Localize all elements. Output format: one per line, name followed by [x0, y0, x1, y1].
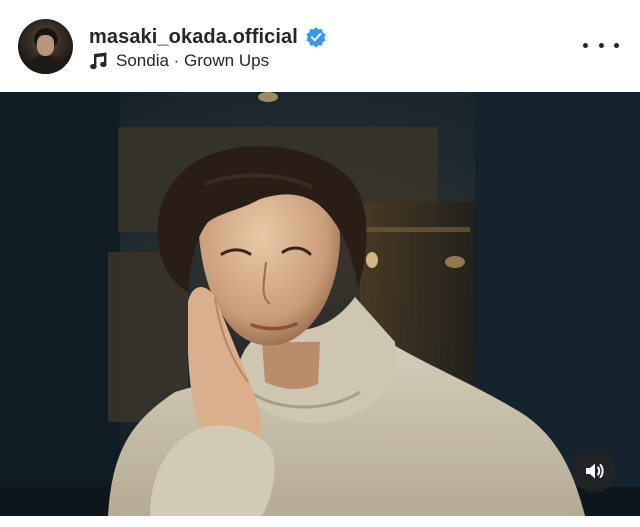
more-options-icon[interactable] [583, 33, 619, 57]
verified-badge-icon [305, 26, 327, 48]
post-header: masaki_okada.official Sondia · Grown Ups [0, 0, 640, 92]
username-link[interactable]: masaki_okada.official [89, 26, 298, 49]
music-note-icon [90, 52, 108, 70]
sound-toggle-button[interactable] [572, 449, 616, 493]
post-media[interactable] [0, 92, 640, 516]
audio-title: Sondia · Grown Ups [116, 51, 270, 70]
username-row: masaki_okada.official [89, 25, 327, 49]
bottom-divider [0, 516, 640, 527]
avatar[interactable] [18, 19, 73, 74]
audio-row[interactable]: Sondia · Grown Ups [90, 51, 269, 71]
speaker-icon [583, 460, 605, 482]
